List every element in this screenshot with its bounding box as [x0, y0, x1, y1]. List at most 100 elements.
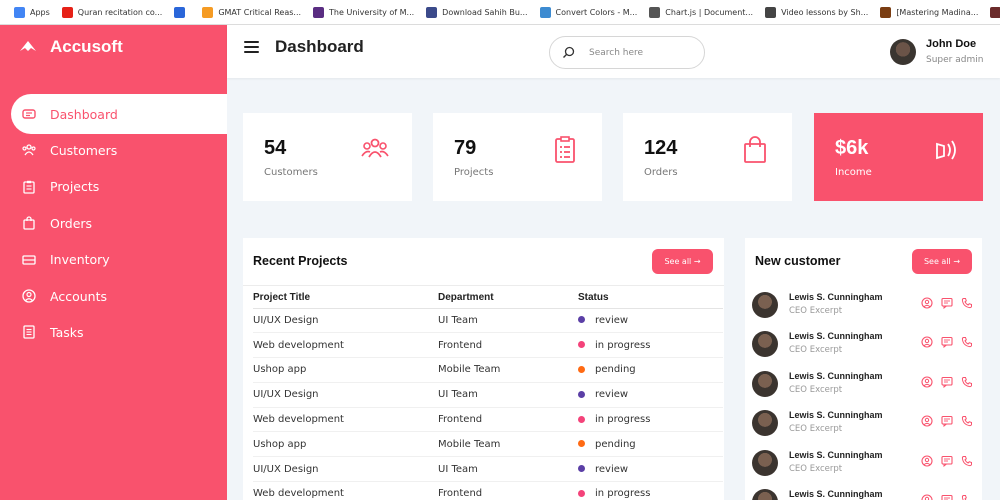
avatar: [752, 331, 778, 358]
phone-icon[interactable]: [961, 494, 973, 500]
message-icon[interactable]: [941, 415, 953, 428]
table-row[interactable]: Ushop app Mobile Team pending: [253, 431, 723, 458]
bookmark-item[interactable]: [Mastering Madina...: [874, 0, 984, 24]
project-status: pending: [578, 357, 723, 383]
panel-title: Recent Projects: [253, 254, 348, 268]
message-icon[interactable]: [941, 455, 953, 467]
project-status: pending: [578, 431, 723, 458]
customer-list: Lewis S. Cunningham CEO Excerpt Lewis S. C…: [745, 287, 1000, 500]
column-header[interactable]: Project Title: [253, 288, 438, 309]
bookmark-item[interactable]: Scholarships and Ai...: [984, 0, 1000, 24]
user-circle-icon[interactable]: [921, 494, 933, 500]
column-header[interactable]: Department: [438, 288, 578, 309]
table-row[interactable]: Web development Frontend in progress: [253, 407, 723, 433]
table-row[interactable]: Web development Frontend in progress: [253, 332, 723, 359]
customer-role: CEO Excerpt: [789, 384, 843, 395]
column-header[interactable]: Status: [578, 288, 723, 309]
avatar[interactable]: [890, 39, 916, 65]
bookmark-item[interactable]: GMAT Critical Reas...: [196, 0, 307, 24]
phone-icon[interactable]: [961, 376, 973, 388]
table-row[interactable]: UI/UX Design UI Team review: [253, 382, 723, 408]
message-icon[interactable]: [941, 376, 953, 388]
table-header-row: Project Title Department Status: [253, 288, 723, 309]
bookmark-favicon-icon: [202, 6, 214, 18]
new-customer-panel: New customer See all → Lewis S. Cunningh…: [745, 238, 982, 500]
user-circle-icon[interactable]: [921, 376, 933, 388]
clipboard-icon: [22, 180, 36, 194]
user-circle-icon[interactable]: [921, 336, 933, 348]
brand-name: Accusoft: [50, 37, 123, 56]
bookmark-favicon-icon: [313, 6, 325, 18]
phone-icon[interactable]: [961, 336, 973, 348]
project-status: in progress: [578, 332, 723, 359]
stat-label: Income: [835, 167, 872, 178]
project-department: Frontend: [438, 481, 578, 500]
sidebar-item-orders[interactable]: Orders: [0, 203, 227, 243]
message-icon[interactable]: [941, 336, 953, 349]
search-input[interactable]: [589, 47, 689, 58]
recent-projects-panel: Recent Projects See all → Project Title …: [243, 238, 724, 500]
stat-value: $6k: [835, 137, 869, 159]
status-text: in progress: [595, 339, 651, 351]
list-item[interactable]: Lewis S. CunninghamCEO Excerpt: [745, 484, 1000, 500]
table-row[interactable]: Web development Frontend in progress: [253, 481, 723, 500]
topbar: Dashboard John Doe Super admin: [227, 25, 1000, 78]
status-dot-icon: [578, 365, 585, 373]
project-department: Frontend: [438, 332, 578, 359]
sidebar-item-tasks[interactable]: Tasks: [0, 312, 227, 352]
list-item[interactable]: Lewis S. CunninghamCEO Excerpt: [745, 287, 1000, 326]
bookmark-item[interactable]: Convert Colors - M...: [534, 0, 644, 24]
stat-value: 124: [644, 137, 678, 159]
menu-icon[interactable]: [244, 41, 259, 53]
phone-icon[interactable]: [961, 455, 973, 467]
bookmark-item[interactable]: Download Sahih Bu...: [420, 0, 533, 24]
status-dot-icon: [578, 341, 585, 349]
sidebar-item-projects[interactable]: Projects: [0, 167, 227, 207]
stat-card-orders[interactable]: 124 Orders: [623, 113, 792, 201]
user-circle-icon[interactable]: [921, 297, 933, 309]
message-icon[interactable]: [941, 494, 953, 500]
brand[interactable]: Accusoft: [18, 37, 123, 57]
sidebar-item-inventory[interactable]: Inventory: [0, 240, 227, 280]
stat-card-income[interactable]: $6k Income: [814, 113, 983, 201]
project-department: UI Team: [438, 456, 578, 483]
stat-value: 54: [264, 137, 287, 159]
table-row[interactable]: UI/UX Design UI Team review: [253, 456, 723, 483]
sidebar-item-accounts[interactable]: Accounts: [0, 276, 227, 316]
project-department: Mobile Team: [438, 431, 578, 458]
stat-card-customers[interactable]: 54 Customers: [243, 113, 412, 201]
bookmark-item[interactable]: Video lessons by Sh...: [759, 0, 874, 24]
customer-actions: [921, 376, 973, 388]
customer-actions: [921, 494, 973, 500]
table-row[interactable]: UI/UX Design UI Team review: [253, 308, 723, 334]
project-status: review: [578, 456, 723, 483]
page-title: Dashboard: [275, 37, 364, 56]
tasks-icon: [22, 325, 36, 340]
see-all-projects-button[interactable]: See all →: [652, 249, 713, 274]
phone-icon[interactable]: [961, 415, 973, 427]
search-box[interactable]: [549, 36, 705, 69]
bookmark-item[interactable]: Apps: [8, 0, 56, 24]
list-item[interactable]: Lewis S. CunninghamCEO Excerpt: [745, 405, 1000, 444]
message-icon[interactable]: [941, 297, 953, 309]
customer-name: Lewis S. Cunningham: [789, 292, 883, 302]
customer-actions: [921, 415, 973, 428]
project-department: UI Team: [438, 308, 578, 334]
money-icon: [936, 140, 956, 160]
sidebar-item-customers[interactable]: Customers: [0, 130, 227, 170]
user-circle-icon[interactable]: [921, 455, 933, 467]
user-circle-icon[interactable]: [921, 415, 933, 427]
bookmark-item[interactable]: [168, 0, 196, 24]
phone-icon[interactable]: [961, 297, 973, 309]
bookmark-item[interactable]: Quran recitation co...: [56, 0, 169, 24]
stat-card-projects[interactable]: 79 Projects: [433, 113, 602, 201]
table-row[interactable]: Ushop app Mobile Team pending: [253, 357, 723, 383]
list-item[interactable]: Lewis S. CunninghamCEO Excerpt: [745, 326, 1000, 365]
sidebar-item-dashboard[interactable]: Dashboard: [11, 94, 227, 134]
list-item[interactable]: Lewis S. CunninghamCEO Excerpt: [745, 445, 1000, 484]
list-item[interactable]: Lewis S. CunninghamCEO Excerpt: [745, 366, 1000, 405]
user-profile[interactable]: John Doe Super admin: [890, 37, 983, 65]
bookmark-item[interactable]: The University of M...: [307, 0, 420, 24]
see-all-customers-button[interactable]: See all →: [912, 249, 972, 274]
bookmark-item[interactable]: Chart.js | Document...: [643, 0, 759, 24]
